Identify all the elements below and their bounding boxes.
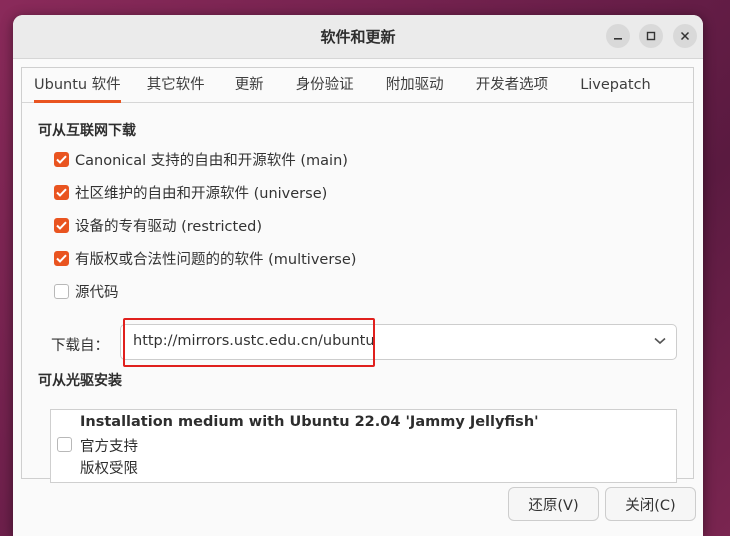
chevron-down-icon xyxy=(654,337,666,345)
checkmark-icon xyxy=(56,188,67,197)
option-main-label: Canonical 支持的自由和开源软件 (main) xyxy=(75,152,348,169)
checkbox-restricted[interactable] xyxy=(54,217,69,233)
checkbox-source-code[interactable] xyxy=(54,283,69,299)
download-from-label: 下载自： xyxy=(51,338,109,354)
option-restricted[interactable]: 设备的专有驱动 (restricted) xyxy=(54,215,262,235)
tab-developer-options[interactable]: 开发者选项 xyxy=(460,68,565,102)
checkbox-universe[interactable] xyxy=(54,184,69,200)
maximize-button[interactable] xyxy=(639,24,663,48)
cdrom-item-support: 官方支持 xyxy=(80,439,138,455)
cdrom-item-name: Installation medium with Ubuntu 22.04 'J… xyxy=(80,414,539,430)
tab-bar: Ubuntu 软件 其它软件 更新 身份验证 附加驱动 开发者选项 Livepa… xyxy=(22,68,693,103)
option-universe[interactable]: 社区维护的自由和开源软件 (universe) xyxy=(54,182,327,202)
tab-additional-drivers[interactable]: 附加驱动 xyxy=(370,68,460,102)
checkmark-icon xyxy=(56,221,67,230)
tab-other-software[interactable]: 其它软件 xyxy=(133,68,219,102)
option-source-code[interactable]: 源代码 xyxy=(54,281,119,301)
option-multiverse[interactable]: 有版权或合法性问题的的软件 (multiverse) xyxy=(54,248,356,268)
cdrom-item-license: 版权受限 xyxy=(80,461,138,477)
minimize-icon xyxy=(614,38,622,40)
close-button[interactable]: 关闭(C) xyxy=(605,487,696,521)
option-universe-label: 社区维护的自由和开源软件 (universe) xyxy=(75,185,328,202)
tab-livepatch[interactable]: Livepatch xyxy=(564,68,667,102)
close-icon xyxy=(680,31,690,41)
checkbox-main[interactable] xyxy=(54,151,69,167)
close-window-button[interactable] xyxy=(673,24,697,48)
internet-section-title: 可从互联网下载 xyxy=(38,123,136,139)
option-source-code-label: 源代码 xyxy=(75,284,119,301)
cdrom-list: Installation medium with Ubuntu 22.04 'J… xyxy=(50,409,677,483)
tab-updates[interactable]: 更新 xyxy=(219,68,280,102)
revert-button[interactable]: 还原(V) xyxy=(508,487,599,521)
tab-notebook: Ubuntu 软件 其它软件 更新 身份验证 附加驱动 开发者选项 Livepa… xyxy=(21,67,694,483)
tab-authentication[interactable]: 身份验证 xyxy=(280,68,370,102)
cdrom-section-title: 可从光驱安装 xyxy=(38,373,122,389)
window-title: 软件和更新 xyxy=(320,28,396,46)
checkmark-icon xyxy=(56,155,67,164)
maximize-icon xyxy=(646,31,656,41)
title-bar[interactable]: 软件和更新 xyxy=(13,15,703,59)
software-updates-window: 软件和更新 Ubuntu 软件 其它软件 更新 身份验证 附加驱动 开发者选项 … xyxy=(13,15,703,536)
option-main[interactable]: Canonical 支持的自由和开源软件 (main) xyxy=(54,149,348,169)
highlight-annotation-box xyxy=(123,318,375,367)
tab-ubuntu-software[interactable]: Ubuntu 软件 xyxy=(22,68,133,103)
checkbox-cdrom[interactable] xyxy=(57,437,72,452)
checkbox-multiverse[interactable] xyxy=(54,250,69,266)
option-multiverse-label: 有版权或合法性问题的的软件 (multiverse) xyxy=(75,251,357,268)
checkmark-icon xyxy=(56,254,67,263)
minimize-button[interactable] xyxy=(606,24,630,48)
option-restricted-label: 设备的专有驱动 (restricted) xyxy=(75,218,262,235)
